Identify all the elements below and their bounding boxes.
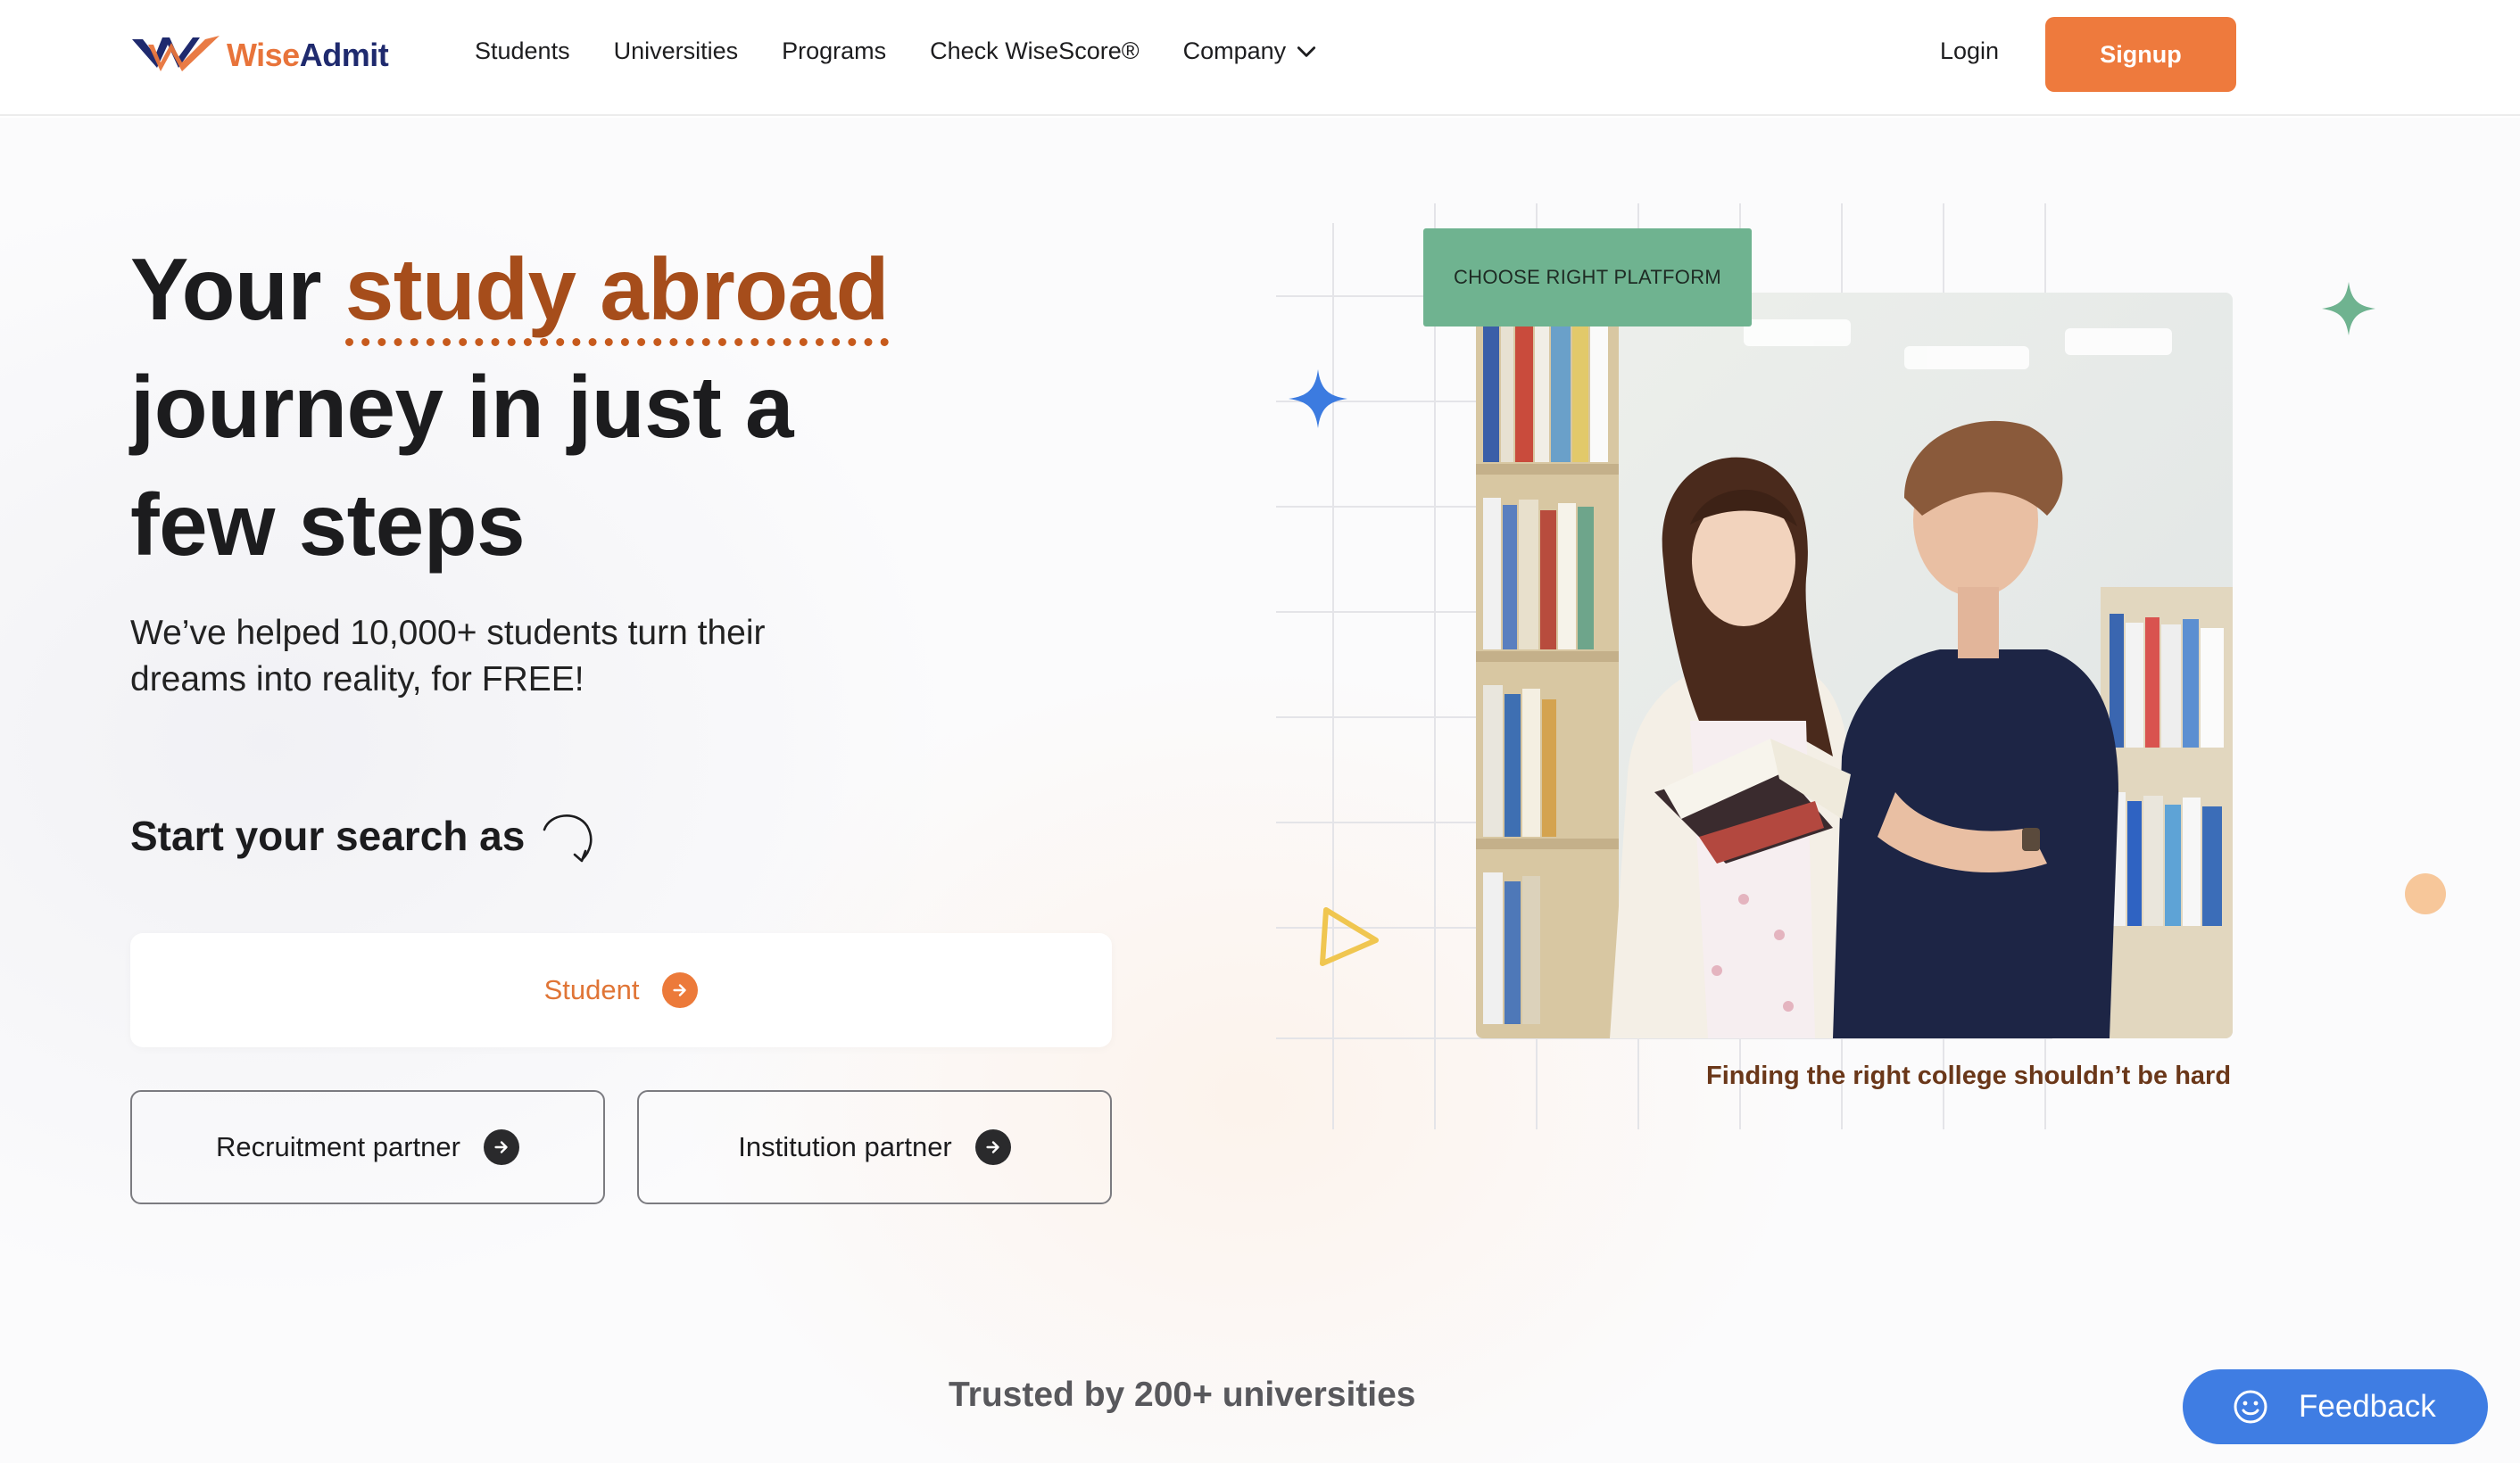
hero-subcopy: We’ve helped 10,000+ students turn their… [130,614,766,698]
students-library-photo [1476,293,2233,1038]
nav-students[interactable]: Students [475,37,570,65]
signup-button[interactable]: Signup [2045,17,2236,92]
logo-text: WiseAdmit [227,37,389,73]
wiseadmit-logo-icon [132,36,220,71]
nav-programs[interactable]: Programs [782,37,886,65]
student-button-label: Student [543,974,640,1005]
login-link[interactable]: Login [1940,37,1999,65]
search-as-label: Start your search as [130,813,526,859]
photo-caption: Finding the right college shouldn’t be h… [1706,1062,2232,1090]
top-navbar: WiseAdmit Students Universities Programs… [0,0,2520,116]
nav-links: Students Universities Programs Check Wis… [475,37,1362,65]
nav-universities[interactable]: Universities [614,37,739,65]
nav-company[interactable]: Company [1183,37,1319,65]
logo[interactable]: WiseAdmit [130,30,389,80]
feedback-button[interactable]: Feedback [2183,1369,2488,1444]
recruitment-button-label: Recruitment partner [216,1131,460,1162]
triangle-outline-icon [1320,907,1379,966]
student-button[interactable]: Student [130,933,1112,1047]
headline-line2: journey in just a [130,358,793,456]
smiley-icon [2234,1390,2267,1424]
arrow-right-circle-icon [662,972,699,1008]
sparkle-star-icon [1289,369,1347,428]
nav-check-wisescore[interactable]: Check WiseScore® [930,37,1139,65]
headline-accent: study abroad [344,240,890,346]
dot-icon [2405,873,2446,914]
institution-button-label: Institution partner [738,1131,952,1162]
choose-right-platform-badge: CHOOSE RIGHT PLATFORM [1423,228,1752,326]
arrow-right-circle-icon [483,1129,519,1165]
headline-line3: few steps [130,475,526,574]
chevron-down-icon [1297,45,1316,57]
search-as-heading: Start your search as [130,803,596,869]
feedback-label: Feedback [2299,1389,2436,1424]
institution-partner-button[interactable]: Institution partner [637,1090,1112,1204]
nav-company-label: Company [1182,37,1287,64]
sparkle-star-icon [2322,282,2375,335]
trusted-by-label: Trusted by 200+ universities [949,1376,1416,1414]
recruitment-partner-button[interactable]: Recruitment partner [130,1090,605,1204]
arrow-right-circle-icon [974,1129,1011,1165]
headline-prefix: Your [130,240,345,338]
curved-arrow-icon [543,814,593,863]
hero-headline: Your study abroad journey in just a few … [130,230,1023,583]
